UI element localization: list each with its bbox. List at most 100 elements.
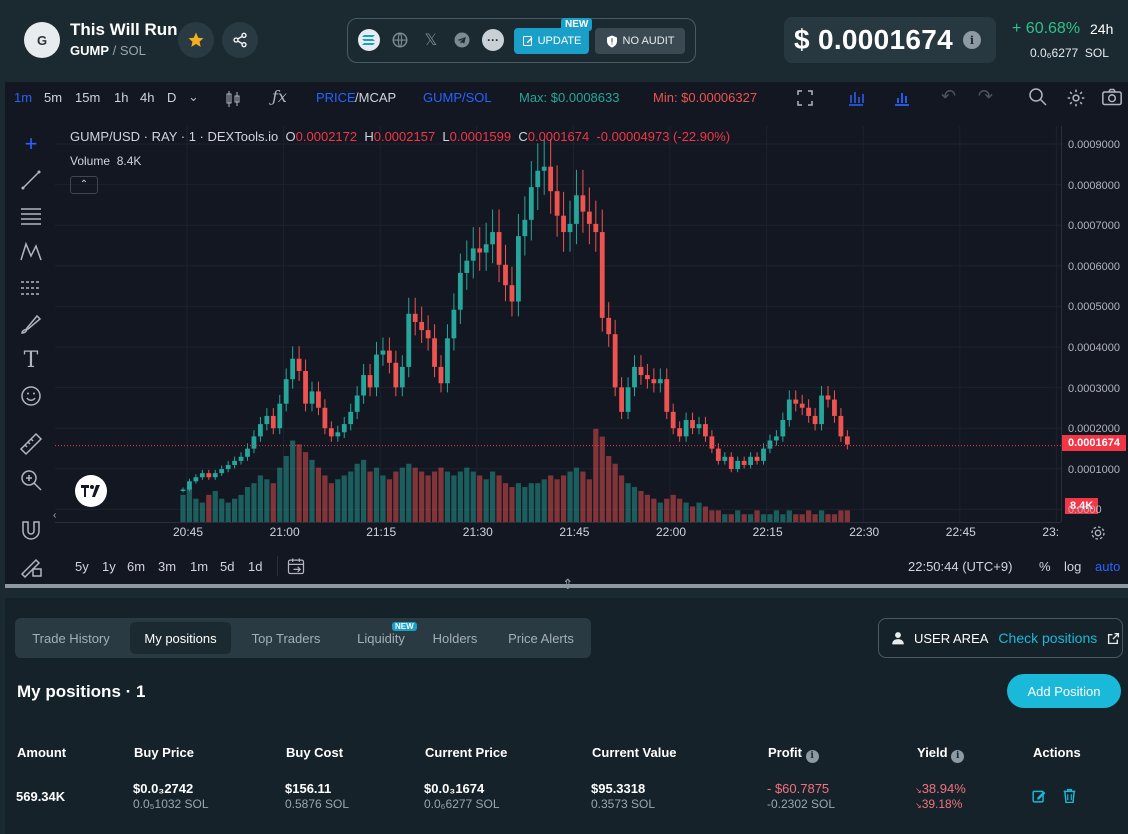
sol-price: 0.0₆6277 SOL [1030, 46, 1109, 60]
volume-bar [302, 452, 309, 522]
brush-tool-icon[interactable] [19, 312, 43, 336]
no-audit-button[interactable]: NO AUDIT [595, 28, 685, 54]
delete-position-icon[interactable] [1063, 789, 1076, 803]
update-info-button[interactable]: UPDATE [514, 28, 589, 54]
interval-15m[interactable]: 15m [75, 90, 100, 105]
x-twitter-icon[interactable]: 𝕏 [420, 29, 442, 51]
candle-type-icon[interactable] [225, 90, 241, 108]
volume-bar [470, 471, 476, 522]
magnet-tool-icon[interactable] [19, 518, 43, 542]
min-price: Min: $0.00006327 [653, 90, 758, 105]
candle-body [432, 338, 437, 367]
candlestick-plot[interactable] [55, 126, 1061, 522]
volume-bar [548, 475, 554, 522]
tab-holders[interactable]: Holders [420, 618, 490, 658]
external-link-icon[interactable] [1107, 632, 1120, 645]
text-tool-icon[interactable]: T [19, 348, 43, 373]
volume-bar [599, 436, 605, 522]
add-position-button[interactable]: Add Position [1007, 674, 1121, 708]
fib-tool-icon[interactable] [19, 204, 43, 228]
candle-body [419, 321, 425, 331]
scroll-left-icon[interactable]: ‹ [53, 510, 56, 521]
volume-bar [180, 494, 186, 522]
tab-price-alerts[interactable]: Price Alerts [496, 618, 586, 658]
tradingview-logo-icon[interactable] [75, 475, 107, 507]
volume-bar [193, 498, 199, 522]
settings-gear-icon[interactable] [1066, 88, 1086, 108]
volume-bars-icon[interactable] [893, 89, 911, 107]
range-3m[interactable]: 3m [158, 559, 176, 574]
volume-bar [219, 498, 225, 522]
info-icon[interactable]: i [963, 31, 982, 49]
range-5d[interactable]: 5d [220, 559, 234, 574]
candle-body [786, 399, 792, 421]
indicators-fx-icon[interactable]: ƒx [272, 87, 287, 106]
interval-4h[interactable]: 4h [140, 90, 154, 105]
trend-line-tool-icon[interactable] [19, 168, 43, 192]
chevron-down-icon[interactable]: ⌄ [188, 89, 199, 105]
crosshair-tool-icon[interactable]: + [19, 131, 43, 156]
axis-settings-icon[interactable] [1090, 525, 1106, 541]
down-arrow-icon: ↘ [915, 786, 922, 795]
user-area-box: USER AREA Check positions [878, 618, 1123, 658]
candle-body [567, 223, 573, 233]
volume-bar [283, 456, 289, 522]
volume-bar [748, 514, 754, 522]
redo-icon[interactable]: ↷ [978, 86, 993, 107]
emoji-tool-icon[interactable] [19, 384, 43, 408]
range-1m[interactable]: 1m [190, 559, 208, 574]
price-toggle[interactable]: PRICE [316, 90, 356, 105]
lock-drawings-icon[interactable] [19, 554, 43, 578]
search-zoom-icon[interactable] [1028, 87, 1048, 107]
token-name: This Will Run [70, 20, 178, 39]
interval-1h[interactable]: 1h [114, 90, 128, 105]
auto-toggle[interactable]: auto [1095, 559, 1120, 574]
edit-position-icon[interactable] [1032, 789, 1046, 803]
interval-d[interactable]: D [167, 90, 176, 105]
pair-toggle[interactable]: GUMP/SOL [423, 90, 492, 105]
log-toggle[interactable]: log [1064, 559, 1081, 574]
price-chart[interactable]: 1m 5m 15m 1h 4h D ⌄ ƒx PRICE /MCAP GUMP/… [5, 82, 1128, 587]
pattern-tool-icon[interactable] [19, 240, 43, 264]
volume-bar [644, 494, 650, 522]
range-6m[interactable]: 6m [127, 559, 145, 574]
interval-5m[interactable]: 5m [44, 90, 62, 105]
undo-icon[interactable]: ↶ [941, 86, 956, 107]
tab-top-traders[interactable]: Top Traders [237, 618, 335, 658]
ruler-tool-icon[interactable] [19, 432, 43, 456]
range-5y[interactable]: 5y [75, 559, 89, 574]
solana-icon[interactable] [358, 29, 380, 51]
website-globe-icon[interactable] [389, 29, 411, 51]
tab-my-positions[interactable]: My positions [130, 622, 231, 654]
col-buy-price: Buy Price [134, 745, 194, 760]
yield-info-icon[interactable]: i [951, 749, 965, 763]
percent-toggle[interactable]: % [1039, 559, 1051, 574]
volume-bar [535, 483, 541, 522]
mcap-toggle[interactable]: /MCAP [355, 90, 396, 105]
range-1d[interactable]: 1d [248, 559, 262, 574]
range-1y[interactable]: 1y [102, 559, 116, 574]
volume-bar [838, 510, 844, 522]
zoom-in-tool-icon[interactable] [19, 468, 43, 492]
interval-1m[interactable]: 1m [14, 90, 32, 105]
more-options-icon[interactable]: ··· [482, 29, 504, 51]
resize-arrows-icon[interactable]: ⇕ [562, 576, 574, 593]
fullscreen-icon[interactable] [797, 90, 813, 106]
volume-bar [444, 471, 451, 522]
volume-bar [431, 471, 438, 522]
goto-date-calendar-icon[interactable] [286, 556, 306, 576]
prediction-tool-icon[interactable] [19, 276, 43, 300]
candle-body [767, 440, 773, 449]
collapse-legend-button[interactable]: ⌃ [70, 176, 98, 194]
bar-chart-icon[interactable] [847, 89, 865, 107]
tab-trade-history[interactable]: Trade History [15, 618, 127, 658]
no-audit-label: NO AUDIT [622, 35, 675, 47]
favorite-star-button[interactable] [178, 22, 214, 58]
check-positions-link[interactable]: Check positions [998, 630, 1097, 646]
telegram-icon[interactable] [451, 29, 473, 51]
x-tick-label: 22:30 [849, 525, 880, 539]
profit-info-icon[interactable]: i [805, 749, 819, 763]
share-button[interactable] [222, 22, 258, 58]
legend-open: 0.0002172 [295, 129, 358, 144]
camera-snapshot-icon[interactable] [1102, 88, 1122, 106]
